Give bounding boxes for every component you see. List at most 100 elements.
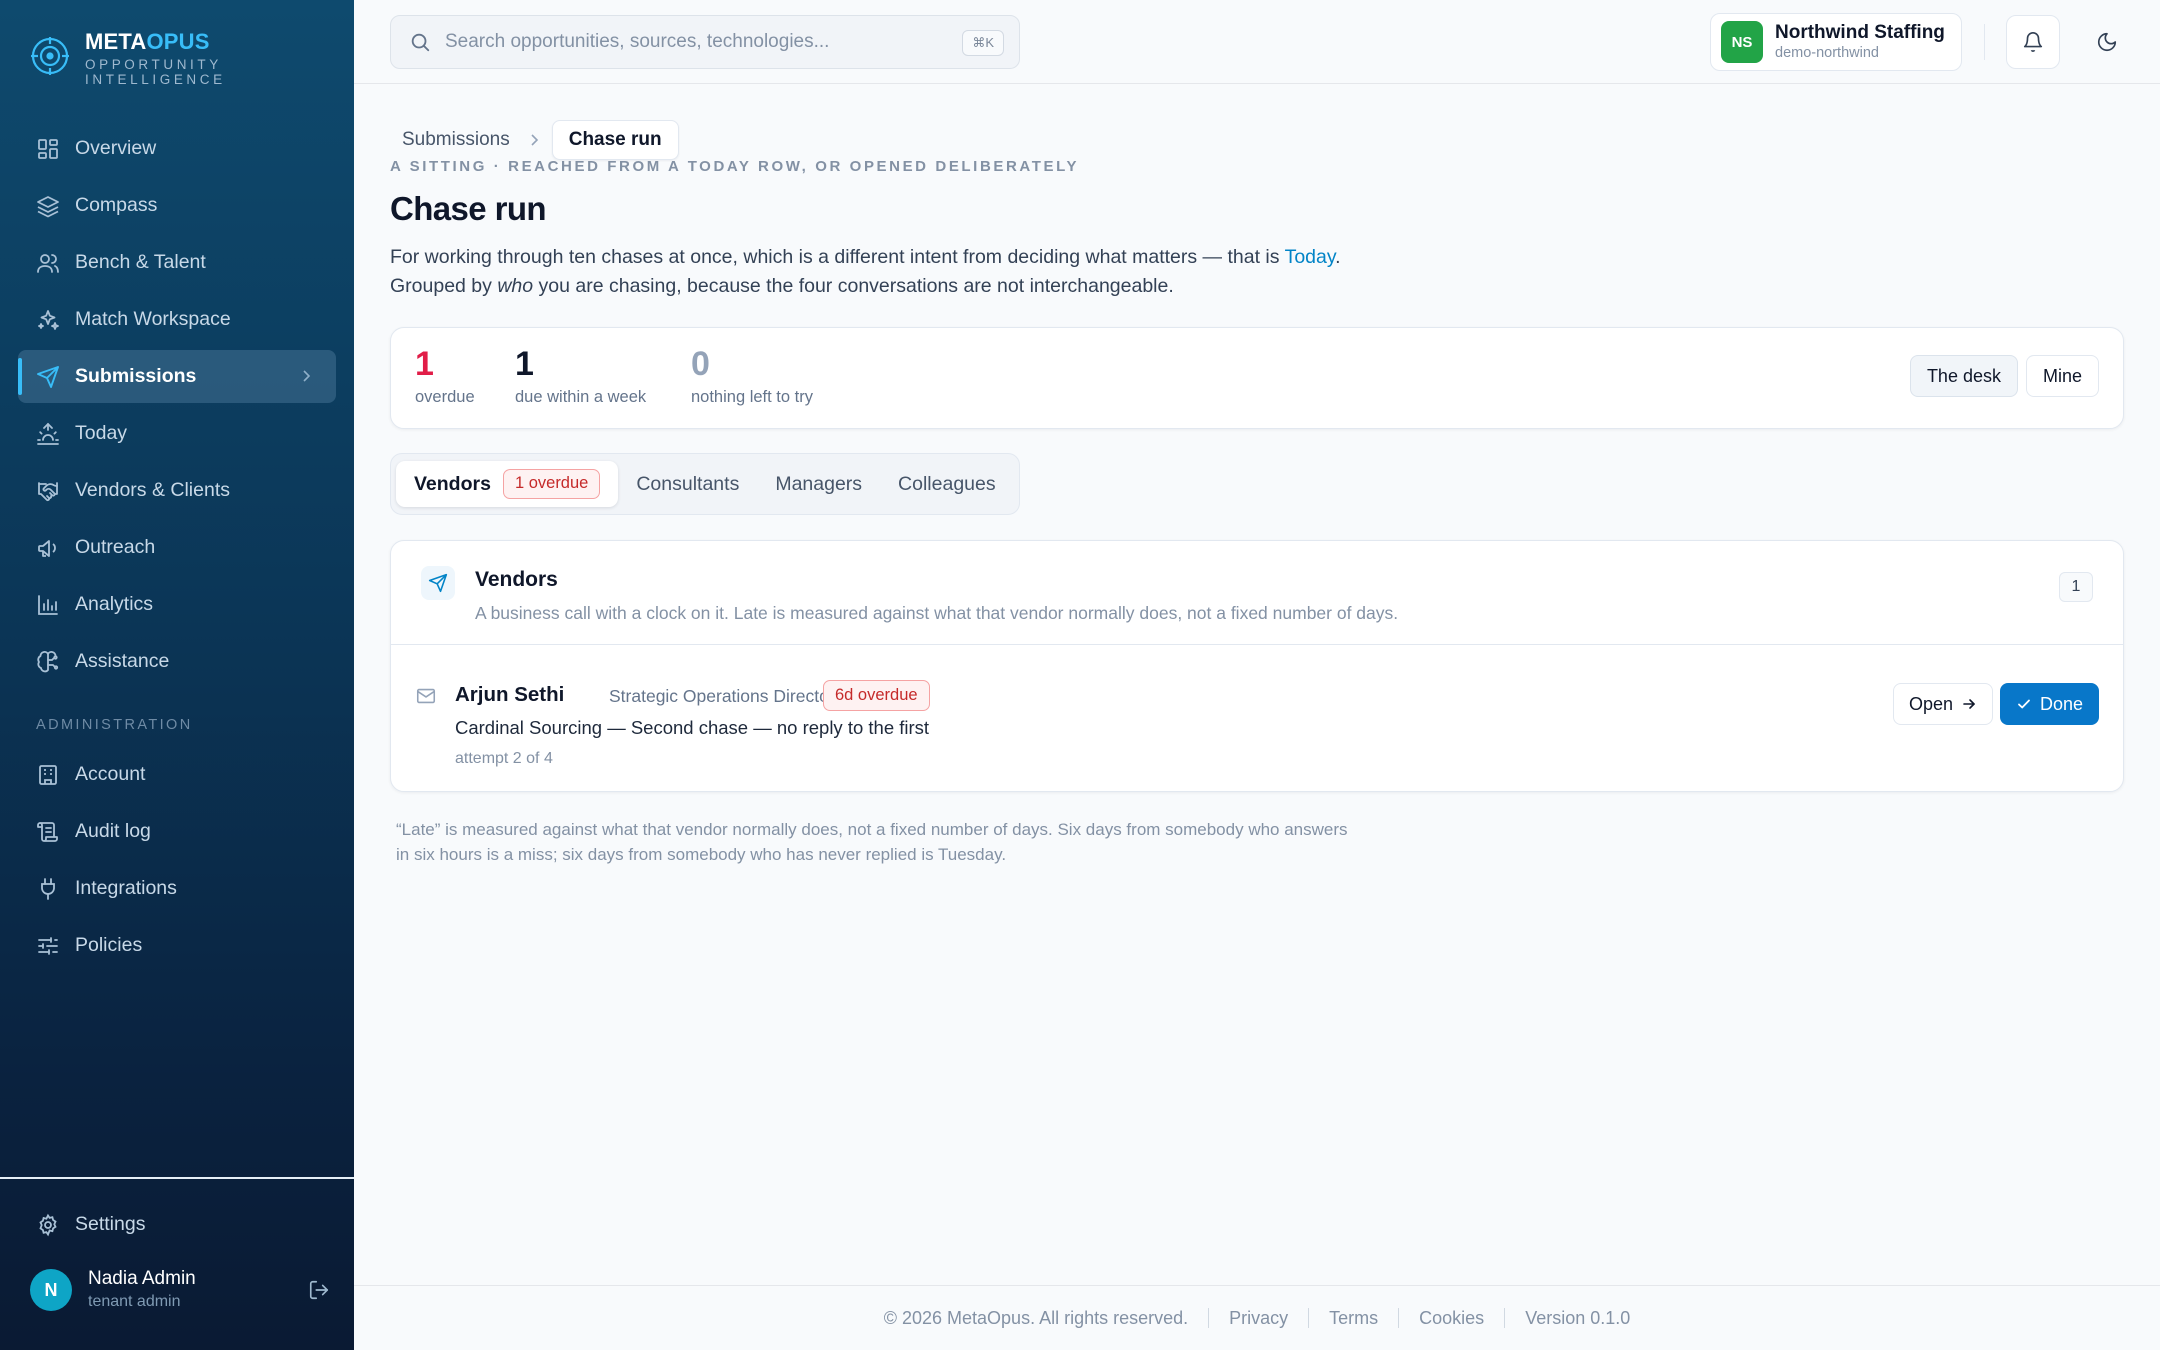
page-eyebrow: A SITTING · REACHED FROM A TODAY ROW, OR…	[390, 158, 1080, 175]
lateness-footnote: “Late” is measured against what that ven…	[396, 820, 1348, 864]
megaphone-icon	[38, 539, 56, 557]
stat-overdue: 1 overdue	[415, 344, 475, 407]
bell-icon	[2023, 32, 2043, 52]
sidebar-item-integrations[interactable]: Integrations	[18, 862, 336, 915]
scroll-icon	[37, 821, 58, 842]
org-name: Northwind Staffing	[1775, 22, 1945, 43]
sidebar-item-label: Compass	[75, 194, 158, 216]
sidebar-item-submissions[interactable]: Submissions	[18, 350, 336, 403]
layers-icon	[37, 195, 59, 217]
sidebar-item-label: Settings	[75, 1213, 146, 1235]
version-label: Version 0.1.0	[1525, 1307, 1631, 1328]
user-profile[interactable]: N Nadia Admin tenant admin	[30, 1268, 330, 1312]
sidebar-item-settings[interactable]: Settings	[18, 1198, 336, 1251]
main-content: Submissions Chase run A SITTING · REACHE…	[354, 84, 2160, 1285]
logout-icon[interactable]	[308, 1279, 330, 1301]
sidebar-item-vendors-clients[interactable]: Vendors & Clients	[18, 464, 336, 517]
search-input[interactable]	[445, 31, 925, 53]
sparkles-icon	[38, 309, 59, 330]
sidebar-item-outreach[interactable]: Outreach	[18, 521, 336, 574]
brand[interactable]: METAOPUS OPPORTUNITY INTELLIGENCE	[30, 30, 226, 87]
stats-panel: 1 overdue 1 due within a week 0 nothing …	[390, 327, 2124, 429]
stat-label: overdue	[415, 388, 475, 406]
tab-vendors[interactable]: Vendors 1 overdue	[396, 461, 619, 507]
search-box[interactable]: ⌘K	[390, 15, 1020, 69]
page-intro: For working through ten chases at once, …	[390, 246, 1341, 297]
cookies-link[interactable]: Cookies	[1419, 1308, 1484, 1329]
sidebar-item-label: Audit log	[75, 820, 151, 842]
sidebar-item-label: Integrations	[75, 877, 177, 899]
overdue-badge: 1 overdue	[502, 469, 601, 499]
org-switcher[interactable]: NS Northwind Staffing demo-northwind	[1710, 13, 1962, 71]
org-badge: NS	[1721, 21, 1763, 63]
mail-icon	[416, 688, 436, 704]
sidebar-item-match-workspace[interactable]: Match Workspace	[18, 293, 336, 346]
sidebar-item-analytics[interactable]: Analytics	[18, 578, 336, 631]
chevron-right-icon	[531, 134, 538, 146]
sidebar-item-label: Assistance	[75, 650, 170, 672]
sidebar-item-label: Policies	[75, 934, 143, 956]
contact-name[interactable]: Arjun Sethi	[455, 683, 564, 707]
open-button[interactable]: Open	[1892, 683, 1993, 725]
theme-toggle-button[interactable]	[2080, 15, 2134, 69]
privacy-link[interactable]: Privacy	[1229, 1308, 1288, 1329]
sidebar-item-label: Analytics	[75, 593, 154, 615]
sidebar-item-bench-talent[interactable]: Bench & Talent	[18, 236, 336, 289]
sidebar-nav: Overview Compass Bench & Talent Match Wo…	[18, 122, 336, 692]
target-logo-icon	[31, 37, 69, 75]
sidebar-item-today[interactable]: Today	[18, 407, 336, 460]
chase-row: Arjun Sethi Strategic Operations Directo…	[391, 645, 2123, 791]
sidebar-item-assistance[interactable]: Assistance	[18, 635, 336, 688]
topbar: ⌘K NS Northwind Staffing demo-northwind	[354, 0, 2160, 84]
admin-nav: Account Audit log Integrations Policies	[18, 748, 336, 976]
sidebar-item-label: Account	[75, 763, 146, 785]
search-shortcut: ⌘K	[962, 30, 1004, 56]
tab-managers[interactable]: Managers	[757, 461, 880, 507]
group-count: 1	[2059, 572, 2093, 602]
page-footer: © 2026 MetaOpus. All rights reserved. Pr…	[354, 1285, 2160, 1350]
footer-divider	[1504, 1308, 1506, 1328]
sidebar-divider	[0, 1177, 354, 1179]
brain-icon	[37, 650, 59, 672]
done-button[interactable]: Done	[1999, 683, 2099, 725]
scope-mine-button[interactable]: Mine	[2025, 355, 2099, 397]
audience-tabs: Vendors 1 overdue Consultants Managers C…	[390, 453, 1020, 515]
footer-divider	[1308, 1308, 1310, 1328]
users-icon	[37, 253, 59, 273]
today-link[interactable]: Today	[1285, 246, 1336, 268]
building-icon	[39, 764, 57, 785]
org-slug: demo-northwind	[1775, 45, 1879, 61]
tab-consultants[interactable]: Consultants	[618, 461, 757, 507]
chase-detail: Cardinal Sourcing — Second chase — no re…	[455, 717, 930, 738]
contact-role: Strategic Operations Director	[609, 686, 835, 706]
gear-icon	[39, 1213, 57, 1236]
sidebar-item-label: Today	[75, 422, 128, 444]
footer-divider	[1208, 1308, 1210, 1328]
sidebar-item-label: Bench & Talent	[75, 251, 206, 273]
sidebar-item-audit-log[interactable]: Audit log	[18, 805, 336, 858]
sunrise-icon	[37, 422, 59, 445]
brand-name: METAOPUS	[85, 29, 210, 54]
stat-value: 1	[415, 345, 434, 383]
terms-link[interactable]: Terms	[1329, 1308, 1378, 1329]
moon-icon	[2097, 32, 2117, 52]
notifications-button[interactable]	[2006, 15, 2060, 69]
group-description: A business call with a clock on it. Late…	[475, 603, 1399, 623]
scope-desk-button[interactable]: The desk	[1909, 355, 2018, 397]
sidebar-item-overview[interactable]: Overview	[18, 122, 336, 175]
sidebar-item-label: Submissions	[75, 365, 197, 387]
plug-icon	[41, 877, 55, 900]
tab-colleagues[interactable]: Colleagues	[880, 461, 1014, 507]
page-title: Chase run	[390, 190, 547, 227]
grid-icon	[38, 138, 58, 159]
stat-label: due within a week	[515, 388, 647, 406]
stat-label: nothing left to try	[691, 388, 813, 406]
send-icon	[428, 573, 448, 593]
sidebar-item-policies[interactable]: Policies	[18, 919, 336, 972]
breadcrumb-submissions[interactable]: Submissions	[390, 129, 522, 151]
attempt-count: attempt 2 of 4	[455, 750, 553, 767]
admin-section-label: ADMINISTRATION	[36, 717, 193, 733]
sidebar-item-account[interactable]: Account	[18, 748, 336, 801]
avatar: N	[30, 1269, 72, 1311]
sidebar-item-compass[interactable]: Compass	[18, 179, 336, 232]
